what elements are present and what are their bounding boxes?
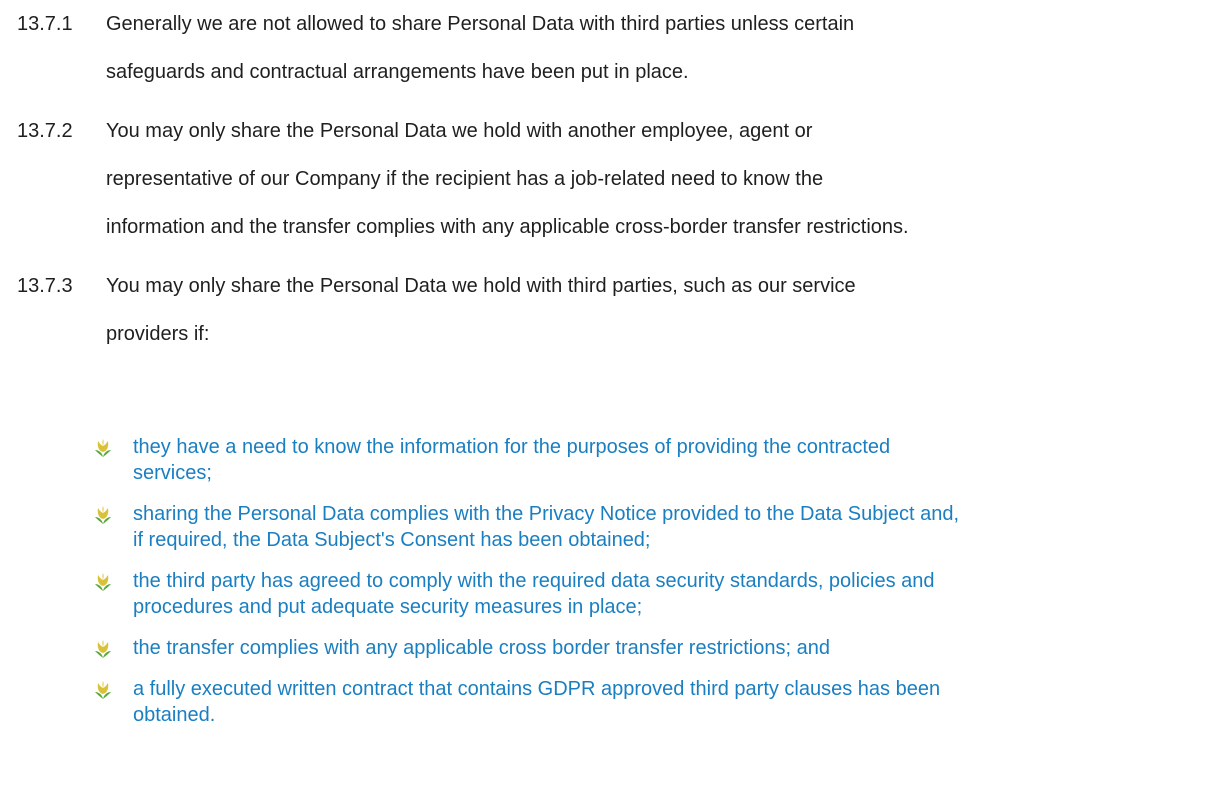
clause-text: Generally we are not allowed to share Pe…: [106, 0, 1201, 96]
clause-line: safeguards and contractual arrangements …: [106, 61, 689, 83]
bullet-line: sharing the Personal Data complies with …: [133, 503, 959, 525]
clause-number: 13.7.1: [17, 13, 73, 35]
clause-line: providers if:: [106, 323, 210, 345]
clause-number: 13.7.3: [17, 275, 73, 297]
bullet-text: they have a need to know the information…: [133, 434, 1203, 486]
tulip-bullet-icon: [95, 506, 111, 524]
tulip-bullet-icon: [95, 681, 111, 699]
document-page: 13.7.1 Generally we are not allowed to s…: [0, 0, 1209, 807]
clause-line: You may only share the Personal Data we …: [106, 275, 856, 297]
bullet-line: the third party has agreed to comply wit…: [133, 570, 935, 592]
bullet-text: a fully executed written contract that c…: [133, 676, 1203, 728]
bullet-text: the third party has agreed to comply wit…: [133, 568, 1203, 620]
clause-text: You may only share the Personal Data we …: [106, 262, 1201, 358]
clause-text: You may only share the Personal Data we …: [106, 107, 1201, 251]
list-item: the transfer complies with any applicabl…: [0, 635, 1209, 661]
clause-line: representative of our Company if the rec…: [106, 168, 824, 190]
clause-number: 13.7.2: [17, 120, 73, 142]
bullet-line: if required, the Data Subject's Consent …: [133, 529, 651, 551]
clause-line: Generally we are not allowed to share Pe…: [106, 13, 855, 35]
tulip-bullet-icon: [95, 573, 111, 591]
bullet-text: the transfer complies with any applicabl…: [133, 635, 1203, 661]
list-item: they have a need to know the information…: [0, 434, 1209, 486]
tulip-bullet-icon: [95, 439, 111, 457]
clause-line: information and the transfer complies wi…: [106, 216, 909, 238]
bullet-line: the transfer complies with any applicabl…: [133, 637, 830, 659]
list-item: sharing the Personal Data complies with …: [0, 501, 1209, 553]
list-item: the third party has agreed to comply wit…: [0, 568, 1209, 620]
conditions-bullet-list: they have a need to know the information…: [0, 434, 1209, 743]
bullet-line: they have a need to know the information…: [133, 436, 891, 458]
tulip-bullet-icon: [95, 640, 111, 658]
bullet-text: sharing the Personal Data complies with …: [133, 501, 1203, 553]
bullet-line: services;: [133, 462, 212, 484]
bullet-line: obtained.: [133, 704, 216, 726]
bullet-line: procedures and put adequate security mea…: [133, 596, 643, 618]
list-item: a fully executed written contract that c…: [0, 676, 1209, 728]
clause-line: You may only share the Personal Data we …: [106, 120, 813, 142]
bullet-line: a fully executed written contract that c…: [133, 678, 941, 700]
